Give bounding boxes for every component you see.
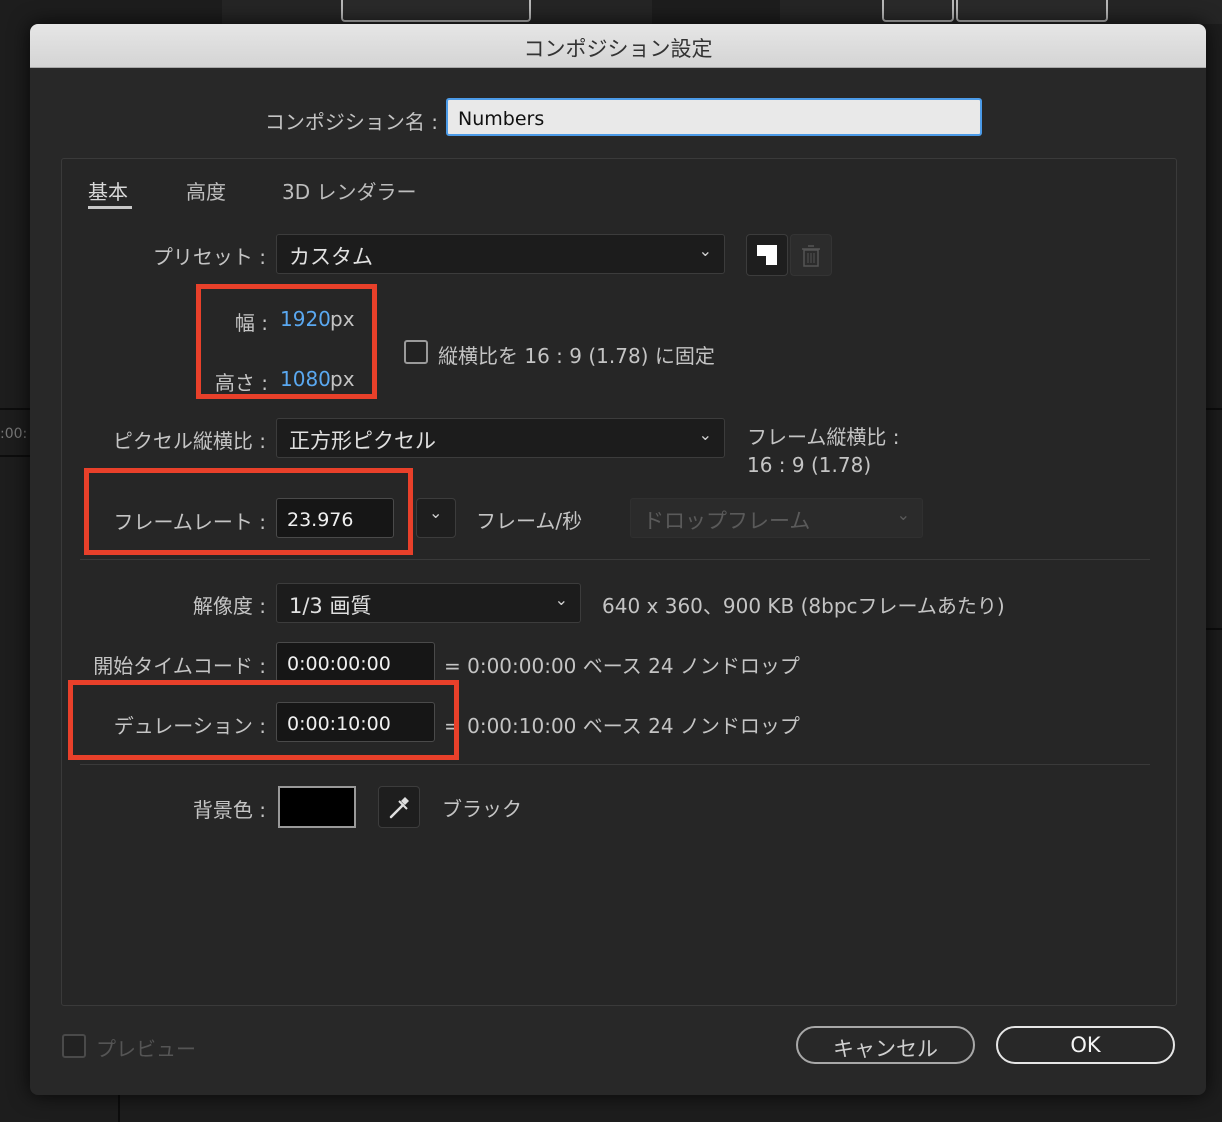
tab-3d-renderer[interactable]: 3D レンダラー — [282, 176, 416, 205]
background-divider — [1206, 408, 1222, 410]
active-tab-indicator — [88, 206, 132, 209]
chevron-down-icon: ⌄ — [429, 503, 443, 522]
background-divider — [1206, 628, 1222, 630]
chevron-down-icon: ⌄ — [698, 425, 712, 444]
pixel-aspect-label: ピクセル縦横比 : — [112, 429, 266, 453]
highlight-box-size — [196, 284, 377, 399]
preset-value: カスタム — [289, 245, 373, 269]
background-divider — [118, 1095, 120, 1122]
background-timecode: :00: — [0, 426, 28, 442]
save-preset-icon — [757, 245, 777, 265]
frame-rate-dropdown-button[interactable]: ⌄ — [416, 498, 456, 538]
preview-label: プレビュー — [96, 1037, 196, 1061]
background-button — [882, 0, 954, 22]
pixel-aspect-value: 正方形ピクセル — [289, 429, 436, 453]
resolution-label: 解像度 : — [192, 594, 266, 618]
preset-label: プリセット : — [152, 245, 266, 269]
start-timecode-label: 開始タイムコード : — [93, 654, 266, 678]
highlight-box-frame-rate — [84, 468, 413, 555]
cancel-button[interactable]: キャンセル — [796, 1026, 975, 1064]
background-color-name: ブラック — [442, 797, 522, 821]
ok-button[interactable]: OK — [996, 1026, 1175, 1064]
section-divider — [80, 764, 1150, 765]
background-divider — [0, 455, 30, 457]
background-divider — [0, 408, 30, 410]
duration-info: = 0:00:10:00 ベース 24 ノンドロップ — [444, 714, 800, 738]
lock-aspect-checkbox[interactable] — [404, 340, 428, 364]
drop-frame-dropdown[interactable]: ドロップフレーム ⌄ — [630, 498, 923, 538]
comp-name-input[interactable]: Numbers — [446, 98, 982, 136]
delete-preset-button[interactable] — [790, 234, 832, 276]
tab-advanced[interactable]: 高度 — [186, 176, 226, 205]
background-color-swatch[interactable] — [278, 786, 356, 828]
start-timecode-info: = 0:00:00:00 ベース 24 ノンドロップ — [444, 654, 800, 678]
eyedropper-icon — [389, 797, 409, 819]
preset-dropdown[interactable]: カスタム ⌄ — [276, 234, 725, 274]
save-preset-button[interactable] — [746, 234, 788, 276]
resolution-dropdown[interactable]: 1/3 画質 ⌄ — [276, 583, 581, 623]
frame-aspect-label: フレーム縦横比 : — [747, 425, 900, 449]
lock-aspect-label: 縦横比を 16 : 9 (1.78) に固定 — [438, 344, 715, 368]
background-button — [956, 0, 1108, 22]
tab-basic[interactable]: 基本 — [88, 176, 128, 205]
section-divider — [80, 559, 1150, 560]
resolution-info: 640 x 360、900 KB (8bpcフレームあたり) — [602, 594, 1005, 618]
background-color-label: 背景色 : — [192, 798, 266, 822]
preview-checkbox[interactable] — [62, 1034, 86, 1058]
frame-rate-unit: フレーム/秒 — [476, 509, 583, 533]
frame-aspect-value: 16 : 9 (1.78) — [747, 453, 872, 477]
trash-icon — [802, 245, 820, 267]
pixel-aspect-dropdown[interactable]: 正方形ピクセル ⌄ — [276, 418, 725, 458]
chevron-down-icon: ⌄ — [554, 590, 568, 609]
chevron-down-icon: ⌄ — [896, 505, 910, 524]
chevron-down-icon: ⌄ — [698, 241, 712, 260]
title-bar[interactable]: コンポジション設定 — [30, 24, 1206, 68]
comp-name-label: コンポジション名 : — [264, 110, 438, 134]
drop-frame-value: ドロップフレーム — [643, 509, 811, 533]
resolution-value: 1/3 画質 — [289, 594, 372, 618]
highlight-box-duration — [68, 680, 459, 760]
dialog-title: コンポジション設定 — [523, 37, 713, 61]
background-button — [341, 0, 531, 22]
composition-settings-dialog: コンポジション設定 コンポジション名 : Numbers 基本 高度 3D レン… — [30, 24, 1206, 1095]
start-timecode-input[interactable]: 0:00:00:00 — [276, 642, 435, 682]
eyedropper-button[interactable] — [378, 786, 420, 828]
